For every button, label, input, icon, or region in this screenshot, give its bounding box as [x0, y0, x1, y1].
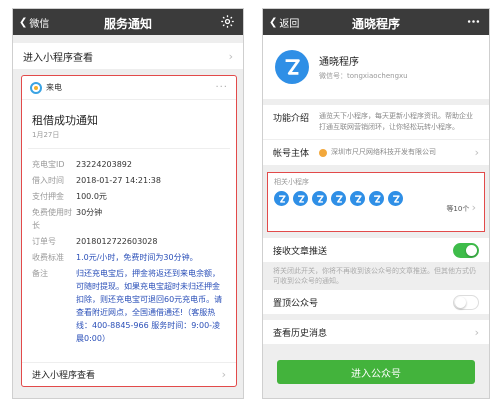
pin-label: 置顶公众号: [273, 298, 319, 309]
intro-label: 功能介绍: [273, 114, 310, 124]
more-icon[interactable]: ···: [215, 82, 228, 93]
mini-program-icon[interactable]: [293, 191, 308, 206]
detail-label: 充电宝ID: [32, 160, 65, 169]
intro-row: 功能介绍 通览天下小程序，每天更新小程序资讯。帮助企业打通互联网营销闭环，让你轻…: [263, 105, 489, 140]
detail-row: 支付押金 100.0元: [32, 190, 226, 203]
mini-program-icon[interactable]: [331, 191, 346, 206]
detail-value: 23224203892: [76, 160, 132, 169]
open-mini-program-link-top[interactable]: 进入小程序查看 ›: [13, 43, 243, 69]
detail-row: 订单号 2018012722603028: [32, 235, 226, 248]
detail-row: 备注 归还充电宝后，押金将返还到来电余额，可随时提现。如果充电宝超时未归还押金扣…: [32, 267, 226, 345]
detail-label: 订单号: [32, 237, 56, 246]
related-more[interactable]: 等10个 ›: [446, 201, 476, 214]
detail-value: 100.0元: [76, 192, 107, 201]
verified-icon: [319, 148, 327, 157]
pin-switch[interactable]: [453, 294, 479, 310]
detail-label: 借入时间: [32, 176, 64, 185]
detail-value: 2018-01-27 14:21:38: [76, 176, 161, 185]
page-title: 服务通知: [103, 17, 152, 31]
account-info: 通晓程序 微信号：tongxiaochengxu: [319, 53, 408, 81]
titlebar: ❮ 微信 服务通知: [13, 9, 243, 35]
mini-program-icon[interactable]: [350, 191, 365, 206]
detail-label: 收费标准: [32, 253, 64, 262]
switch-knob: [466, 244, 477, 256]
account-wechat-id: 微信号：tongxiaochengxu: [319, 72, 408, 80]
more-icon[interactable]: [466, 14, 481, 29]
chevron-right-icon: ›: [221, 368, 226, 381]
open-mini-program-link-bottom[interactable]: 进入小程序查看 ›: [22, 362, 236, 386]
switch-knob: [455, 296, 466, 308]
detail-row: 收费标准 1.0元/小时，免费时间为30分钟。: [32, 251, 226, 264]
mini-program-icon[interactable]: [369, 191, 384, 206]
chevron-right-icon: ›: [228, 49, 233, 63]
account-avatar: [275, 50, 309, 84]
titlebar: ❮ 返回 通晓程序: [263, 9, 489, 35]
subject-row[interactable]: 帐号主体 深圳市尺尺网络科技开发有限公司 ›: [263, 140, 489, 166]
chevron-right-icon: ›: [474, 146, 479, 159]
detail-label: 备注: [32, 269, 48, 278]
rental-success-card: 来电 ··· 租借成功通知 1月27日 充电宝ID 23224203892 借入…: [21, 75, 237, 387]
mini-program-icon[interactable]: [388, 191, 403, 206]
detail-row: 免费使用时长 30分钟: [32, 206, 226, 232]
detail-label: 支付押金: [32, 192, 64, 201]
detail-value: 1.0元/小时，免费时间为30分钟。: [76, 253, 198, 262]
enter-account-button[interactable]: 进入公众号: [277, 360, 475, 384]
detail-label: 免费使用时长: [32, 208, 72, 230]
related-count: 等10个: [446, 205, 470, 213]
account-profile: 通晓程序 微信号：tongxiaochengxu: [263, 35, 489, 99]
laidian-logo-icon: [30, 81, 42, 94]
detail-row: 充电宝ID 23224203892: [32, 158, 226, 171]
intro-text: 通览天下小程序，每天更新小程序资讯。帮助企业打通互联网营销闭环，让你轻松玩转小程…: [319, 112, 473, 131]
detail-value: 2018012722603028: [76, 237, 158, 246]
chevron-right-icon: ›: [474, 325, 479, 339]
account-name: 通晓程序: [319, 57, 359, 68]
detail-row: 借入时间 2018-01-27 14:21:38: [32, 174, 226, 187]
chevron-right-icon: ›: [471, 201, 476, 214]
detail-list: 充电宝ID 23224203892 借入时间 2018-01-27 14:21:…: [22, 149, 236, 354]
account-info-block: 功能介绍 通览天下小程序，每天更新小程序资讯。帮助企业打通互联网营销闭环，让你轻…: [263, 105, 489, 166]
related-label: 相关小程序: [274, 178, 309, 186]
history-label: 查看历史消息: [273, 328, 328, 339]
push-toggle-row: 接收文章推送: [263, 238, 489, 262]
mini-program-icon[interactable]: [274, 191, 289, 206]
history-row[interactable]: 查看历史消息 ›: [263, 320, 489, 344]
link-label: 进入小程序查看: [32, 371, 96, 381]
card-source: 来电: [46, 83, 62, 92]
push-note: 将关闭此开关，你将不再收到该公众号的文章推送。但其他方式仍可收到公众号的通知。: [273, 267, 476, 285]
link-label: 进入小程序查看: [23, 52, 93, 64]
official-account-profile-screen: ❮ 返回 通晓程序 通晓程序 微信号：tongxiaochengxu 功能介绍 …: [262, 8, 490, 399]
page-title: 通晓程序: [351, 17, 400, 31]
subject-text: 深圳市尺尺网络科技开发有限公司: [331, 148, 436, 156]
subject-label: 帐号主体: [273, 149, 310, 159]
pin-toggle-row: 置顶公众号: [263, 290, 489, 314]
card-header: 来电 ···: [22, 76, 236, 100]
push-label: 接收文章推送: [273, 246, 328, 257]
mini-program-icon[interactable]: [312, 191, 327, 206]
card-title: 租借成功通知: [32, 114, 98, 127]
card-date: 1月27日: [28, 130, 230, 149]
detail-value: 归还充电宝后，押金将返还到来电余额，可随时提现。如果充电宝超时未归还押金扣除，则…: [76, 269, 223, 343]
gear-icon[interactable]: [220, 14, 235, 29]
detail-value: 30分钟: [76, 208, 103, 217]
service-notification-screen: ❮ 微信 服务通知 进入小程序查看 › 来电 ··· 租借成功通知 1月27日 …: [12, 8, 244, 399]
push-switch[interactable]: [453, 242, 479, 258]
related-mini-programs[interactable]: 相关小程序 等10个 ›: [267, 172, 485, 232]
account-logo-icon: [285, 59, 300, 75]
